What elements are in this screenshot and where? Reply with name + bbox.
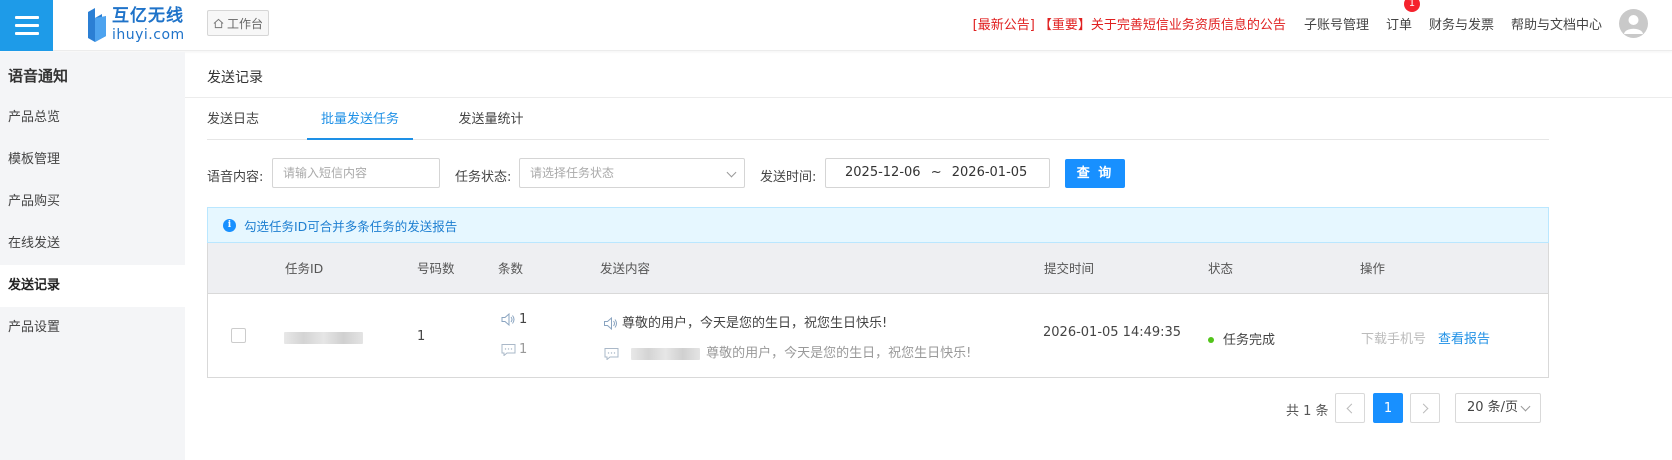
message-icon	[604, 348, 619, 360]
status-select[interactable]: 请选择任务状态	[519, 158, 745, 188]
col-task-id: 任务ID	[285, 261, 324, 276]
main-content: 发送记录 发送日志 批量发送任务 发送量统计 语音内容: 请输入短信内容 任务状…	[185, 52, 1672, 460]
sms-count-value: 1	[519, 342, 528, 357]
nav-sub-accounts[interactable]: 子账号管理	[1304, 14, 1369, 33]
alert-text: 勾选任务ID可合并多条任务的发送报告	[244, 218, 458, 234]
page-size-select[interactable]: 20 条/页	[1455, 393, 1541, 423]
submit-time: 2026-01-05 14:49:35	[1043, 325, 1182, 340]
home-icon	[213, 18, 224, 28]
logo-text-cn: 互亿无线	[112, 6, 184, 26]
chevron-down-icon	[726, 167, 737, 178]
order-count-badge: 1	[1403, 0, 1420, 12]
col-numbers: 号码数	[417, 261, 455, 276]
query-button[interactable]: 查 询	[1065, 159, 1125, 188]
sidebar-item-send-records[interactable]: 发送记录	[0, 265, 185, 307]
status-filter-label: 任务状态:	[455, 170, 512, 185]
chevron-down-icon	[1520, 401, 1531, 412]
user-icon	[1624, 14, 1643, 34]
date-end: 2026-01-05	[951, 165, 1028, 180]
next-page-button[interactable]	[1410, 393, 1440, 423]
workbench-label: 工作台	[226, 16, 263, 31]
chevron-left-icon	[1346, 403, 1357, 413]
task-id-redacted	[284, 330, 363, 345]
table-header: 任务ID 号码数 条数 发送内容 提交时间 状态 操作	[208, 243, 1548, 294]
prev-page-button[interactable]	[1335, 393, 1365, 423]
sidebar: 语音通知 产品总览 模板管理 产品购买 在线发送 发送记录 产品设置	[0, 52, 185, 460]
pagination-total: 共 1 条	[1286, 404, 1329, 419]
col-submit-time: 提交时间	[1044, 261, 1095, 276]
sidebar-item-product-purchase[interactable]: 产品购买	[0, 181, 185, 223]
date-separator: ~	[930, 165, 942, 180]
divider	[185, 97, 1672, 98]
download-numbers-link[interactable]: 下载手机号	[1361, 328, 1426, 347]
sidebar-item-product-overview[interactable]: 产品总览	[0, 97, 185, 139]
voice-content-text: 尊敬的用户，今天是您的生日，祝您生日快乐!	[622, 316, 888, 331]
info-icon: i	[223, 218, 236, 232]
header-nav: [最新公告] 【重要】关于完善短信业务资质信息的公告 子账号管理 订单 1 财务…	[973, 0, 1648, 46]
date-start: 2025-12-06	[845, 165, 921, 180]
announcement-link[interactable]: [最新公告] 【重要】关于完善短信业务资质信息的公告	[973, 14, 1286, 33]
sidebar-item-product-settings[interactable]: 产品设置	[0, 307, 185, 349]
info-alert: i 勾选任务ID可合并多条任务的发送报告	[207, 207, 1549, 243]
nav-finance[interactable]: 财务与发票	[1429, 14, 1494, 33]
content-search-input[interactable]: 请输入短信内容	[272, 158, 440, 188]
page-size-value: 20 条/页	[1467, 400, 1519, 415]
col-content: 发送内容	[600, 261, 651, 276]
numbers-count: 1	[417, 329, 426, 344]
col-status: 状态	[1208, 261, 1234, 276]
col-actions: 操作	[1360, 261, 1386, 276]
col-count: 条数	[498, 261, 524, 276]
nav-orders[interactable]: 订单 1	[1385, 0, 1420, 33]
date-range-picker[interactable]: 2025-12-06 ~ 2026-01-05	[825, 158, 1050, 188]
status-dot-icon	[1208, 336, 1214, 343]
tab-batch-tasks[interactable]: 批量发送任务	[307, 100, 413, 140]
sms-count: 1	[501, 342, 527, 357]
top-header: 互亿无线 ihuyi.com 工作台 [最新公告] 【重要】关于完善短信业务资质…	[0, 0, 1672, 51]
speaker-icon	[604, 317, 617, 330]
menu-toggle-button[interactable]	[0, 0, 53, 51]
sidebar-item-online-send[interactable]: 在线发送	[0, 223, 185, 265]
status-text: 任务完成	[1223, 333, 1276, 348]
page-title: 发送记录	[207, 70, 263, 86]
voice-content: 尊敬的用户，今天是您的生日，祝您生日快乐!	[603, 312, 887, 331]
voice-count-value: 1	[519, 312, 528, 327]
status-badge: 任务完成	[1208, 329, 1275, 348]
tasks-table: 任务ID 号码数 条数 发送内容 提交时间 状态 操作 1 1 1 尊敬的用户，…	[207, 243, 1549, 378]
nav-help-docs[interactable]: 帮助与文档中心	[1511, 14, 1602, 33]
sidebar-item-template-management[interactable]: 模板管理	[0, 139, 185, 181]
logo-icon	[88, 8, 106, 42]
status-select-placeholder: 请选择任务状态	[530, 166, 615, 180]
tab-send-log[interactable]: 发送日志	[207, 100, 259, 140]
nav-orders-label: 订单	[1385, 17, 1412, 33]
tab-bar: 发送日志 批量发送任务 发送量统计	[207, 100, 1549, 140]
view-report-link[interactable]: 查看报告	[1438, 328, 1490, 347]
sms-content: 尊敬的用户，今天是您的生日，祝您生日快乐!	[604, 342, 971, 361]
tab-send-statistics[interactable]: 发送量统计	[458, 100, 524, 140]
row-checkbox[interactable]	[231, 328, 246, 343]
sms-sender-redacted	[631, 347, 701, 360]
content-filter-label: 语音内容:	[207, 170, 264, 185]
page-1-button[interactable]: 1	[1373, 393, 1403, 423]
workbench-button[interactable]: 工作台	[207, 10, 269, 36]
speaker-icon	[501, 313, 515, 326]
logo[interactable]: 互亿无线 ihuyi.com	[86, 4, 185, 46]
user-avatar[interactable]	[1619, 8, 1648, 38]
message-icon	[501, 344, 516, 356]
chevron-right-icon	[1418, 403, 1429, 413]
time-filter-label: 发送时间:	[760, 170, 817, 185]
hamburger-icon	[14, 16, 39, 19]
logo-text-en: ihuyi.com	[112, 27, 185, 43]
sms-content-text: 尊敬的用户，今天是您的生日，祝您生日快乐!	[706, 346, 972, 361]
voice-count: 1	[501, 312, 527, 327]
sidebar-title: 语音通知	[8, 67, 69, 85]
